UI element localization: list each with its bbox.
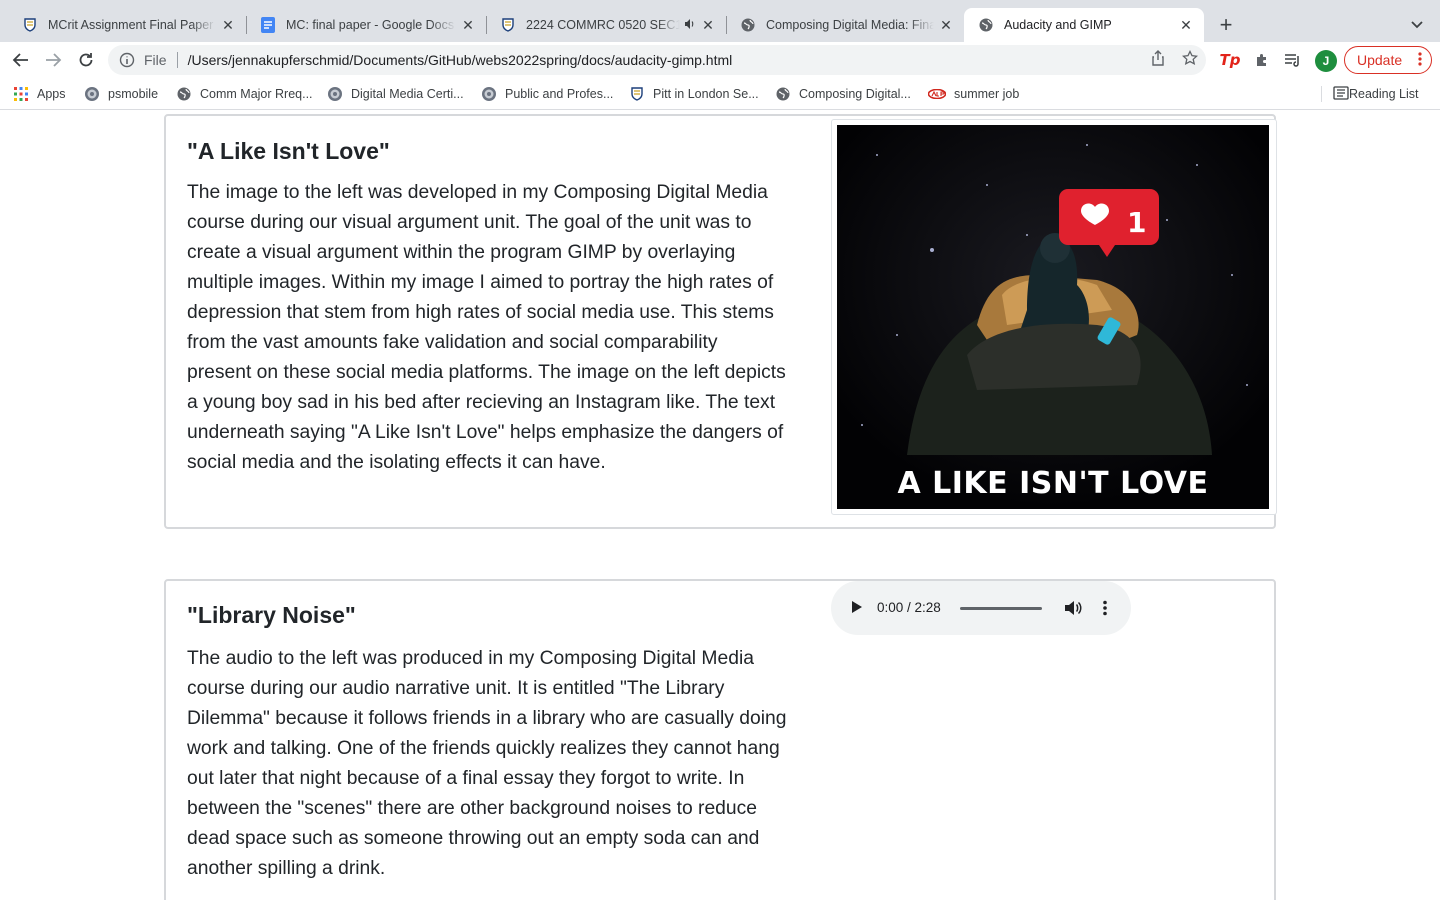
media-queue-icon[interactable]: [1284, 51, 1302, 69]
tab-audacity-and-gimp[interactable]: Audacity and GIMP ✕: [964, 8, 1204, 42]
pitt-crest-icon: [629, 86, 645, 102]
bookmark-public-professional[interactable]: Public and Profes...: [481, 84, 613, 104]
bookmark-comm-major[interactable]: Comm Major Rreq...: [176, 84, 313, 104]
back-button[interactable]: [8, 47, 34, 73]
tab-title: 2224 COMMRC 0520 SEC1: [526, 18, 680, 32]
page-viewport: "A Like Isn't Love" The image to the lef…: [0, 111, 1440, 900]
tab-commrc-course[interactable]: 2224 COMMRC 0520 SEC1 ✕: [486, 8, 727, 42]
bookmark-label: Comm Major Rreq...: [200, 87, 313, 101]
pitt-crest-icon: [22, 17, 38, 33]
seal-icon: [481, 86, 497, 102]
close-icon[interactable]: ✕: [938, 17, 954, 33]
bookmark-pitt-in-london[interactable]: Pitt in London Se...: [629, 84, 759, 104]
back-arrow-icon: [12, 53, 28, 67]
image-caption: A LIKE ISN'T LOVE: [897, 466, 1209, 501]
bookmark-label: Composing Digital...: [799, 87, 911, 101]
more-vertical-icon: [1103, 600, 1107, 616]
audio-player: 0:00 / 2:28: [831, 581, 1131, 635]
reload-icon: [79, 53, 93, 67]
forward-button[interactable]: [40, 47, 66, 73]
update-button[interactable]: Update: [1344, 46, 1432, 74]
more-vertical-icon: [1418, 51, 1422, 67]
bookmark-digital-media-cert[interactable]: Digital Media Certi...: [327, 84, 464, 104]
play-icon: [852, 601, 862, 613]
reload-button[interactable]: [73, 47, 99, 73]
reading-list-label: Reading List: [1349, 87, 1419, 101]
more-options-button[interactable]: [1095, 598, 1115, 618]
reading-list-button[interactable]: Reading List: [1333, 84, 1419, 104]
pitt-crest-icon: [500, 17, 516, 33]
bookmark-label: Public and Profes...: [505, 87, 614, 101]
bookmark-label: psmobile: [108, 87, 159, 101]
speaker-icon[interactable]: [684, 18, 696, 33]
bookmark-label: Apps: [37, 87, 66, 101]
close-icon[interactable]: ✕: [220, 17, 236, 33]
play-button[interactable]: [849, 599, 865, 615]
browser-toolbar: File /Users/jennakupferschmid/Documents/…: [0, 42, 1440, 78]
tab-title: MCrit Assignment Final Paper 2: [48, 18, 216, 32]
audio-progress-slider[interactable]: [960, 607, 1042, 610]
globe-icon: [978, 17, 994, 33]
project-card-audacity: "Library Noise" The audio to the left wa…: [164, 579, 1276, 900]
bookmark-label: Pitt in London Se...: [653, 87, 759, 101]
card-description: The audio to the left was produced in my…: [187, 648, 787, 879]
close-icon[interactable]: ✕: [700, 17, 716, 33]
tab-strip: MCrit Assignment Final Paper 2 ✕ MC: fin…: [0, 0, 1440, 42]
visual-argument-image: 1 A LIKE ISN'T LOVE: [831, 119, 1277, 515]
tp-extension-icon[interactable]: Tp: [1220, 51, 1241, 69]
bookmark-psmobile[interactable]: psmobile: [84, 84, 158, 104]
globe-icon: [740, 17, 756, 33]
update-label: Update: [1357, 52, 1403, 68]
new-tab-button[interactable]: +: [1214, 12, 1238, 37]
bookmark-apps[interactable]: Apps: [13, 84, 66, 104]
bookmark-summer-job[interactable]: summer job: [928, 84, 1019, 104]
google-docs-icon: [260, 17, 276, 33]
bookmark-label: Digital Media Certi...: [351, 87, 464, 101]
project-card-gimp: "A Like Isn't Love" The image to the lef…: [164, 114, 1277, 529]
card-heading: "Library Noise": [187, 602, 356, 628]
tab-composing-digital-media[interactable]: Composing Digital Media: Final ✕: [726, 8, 964, 42]
card-description: The image to the left was developed in m…: [187, 182, 786, 473]
extensions-puzzle-icon[interactable]: [1253, 51, 1271, 69]
volume-icon: [1065, 601, 1082, 615]
url-text[interactable]: /Users/jennakupferschmid/Documents/GitHu…: [188, 52, 733, 68]
close-icon[interactable]: ✕: [1178, 17, 1194, 33]
share-icon[interactable]: [1149, 49, 1167, 67]
bookmark-star-icon[interactable]: [1181, 49, 1199, 67]
volume-button[interactable]: [1063, 598, 1083, 618]
address-bar[interactable]: File /Users/jennakupferschmid/Documents/…: [108, 45, 1206, 75]
adp-icon: [928, 86, 946, 102]
artwork-scene: 1: [837, 125, 1269, 509]
card-heading: "A Like Isn't Love": [187, 138, 390, 164]
bookmarks-bar: Apps psmobile Comm Major Rreq... Digital…: [0, 78, 1440, 110]
tab-mcrit-assignment[interactable]: MCrit Assignment Final Paper 2 ✕: [8, 8, 247, 42]
tab-title: MC: final paper - Google Docs: [286, 18, 455, 32]
url-scheme: File: [144, 52, 167, 68]
tab-google-docs[interactable]: MC: final paper - Google Docs ✕: [246, 8, 487, 42]
reading-list-icon: [1333, 85, 1349, 103]
info-icon[interactable]: [118, 51, 136, 69]
forward-arrow-icon: [46, 53, 62, 67]
bookmark-label: summer job: [954, 87, 1020, 101]
audio-time: 0:00 / 2:28: [877, 600, 941, 615]
bookmark-composing-digital[interactable]: Composing Digital...: [775, 84, 911, 104]
omnibox-divider: [176, 52, 178, 68]
globe-icon: [176, 86, 192, 102]
bookmarks-divider: [1321, 86, 1322, 102]
seal-icon: [327, 86, 343, 102]
profile-avatar[interactable]: J: [1315, 50, 1337, 72]
tab-title: Audacity and GIMP: [1004, 18, 1112, 32]
seal-icon: [84, 86, 100, 102]
globe-icon: [775, 86, 791, 102]
apps-grid-icon: [13, 86, 29, 102]
like-count: 1: [1127, 206, 1146, 239]
close-icon[interactable]: ✕: [460, 17, 476, 33]
tab-title: Composing Digital Media: Final: [766, 18, 934, 32]
tab-search-chevron-icon[interactable]: [1406, 14, 1428, 36]
